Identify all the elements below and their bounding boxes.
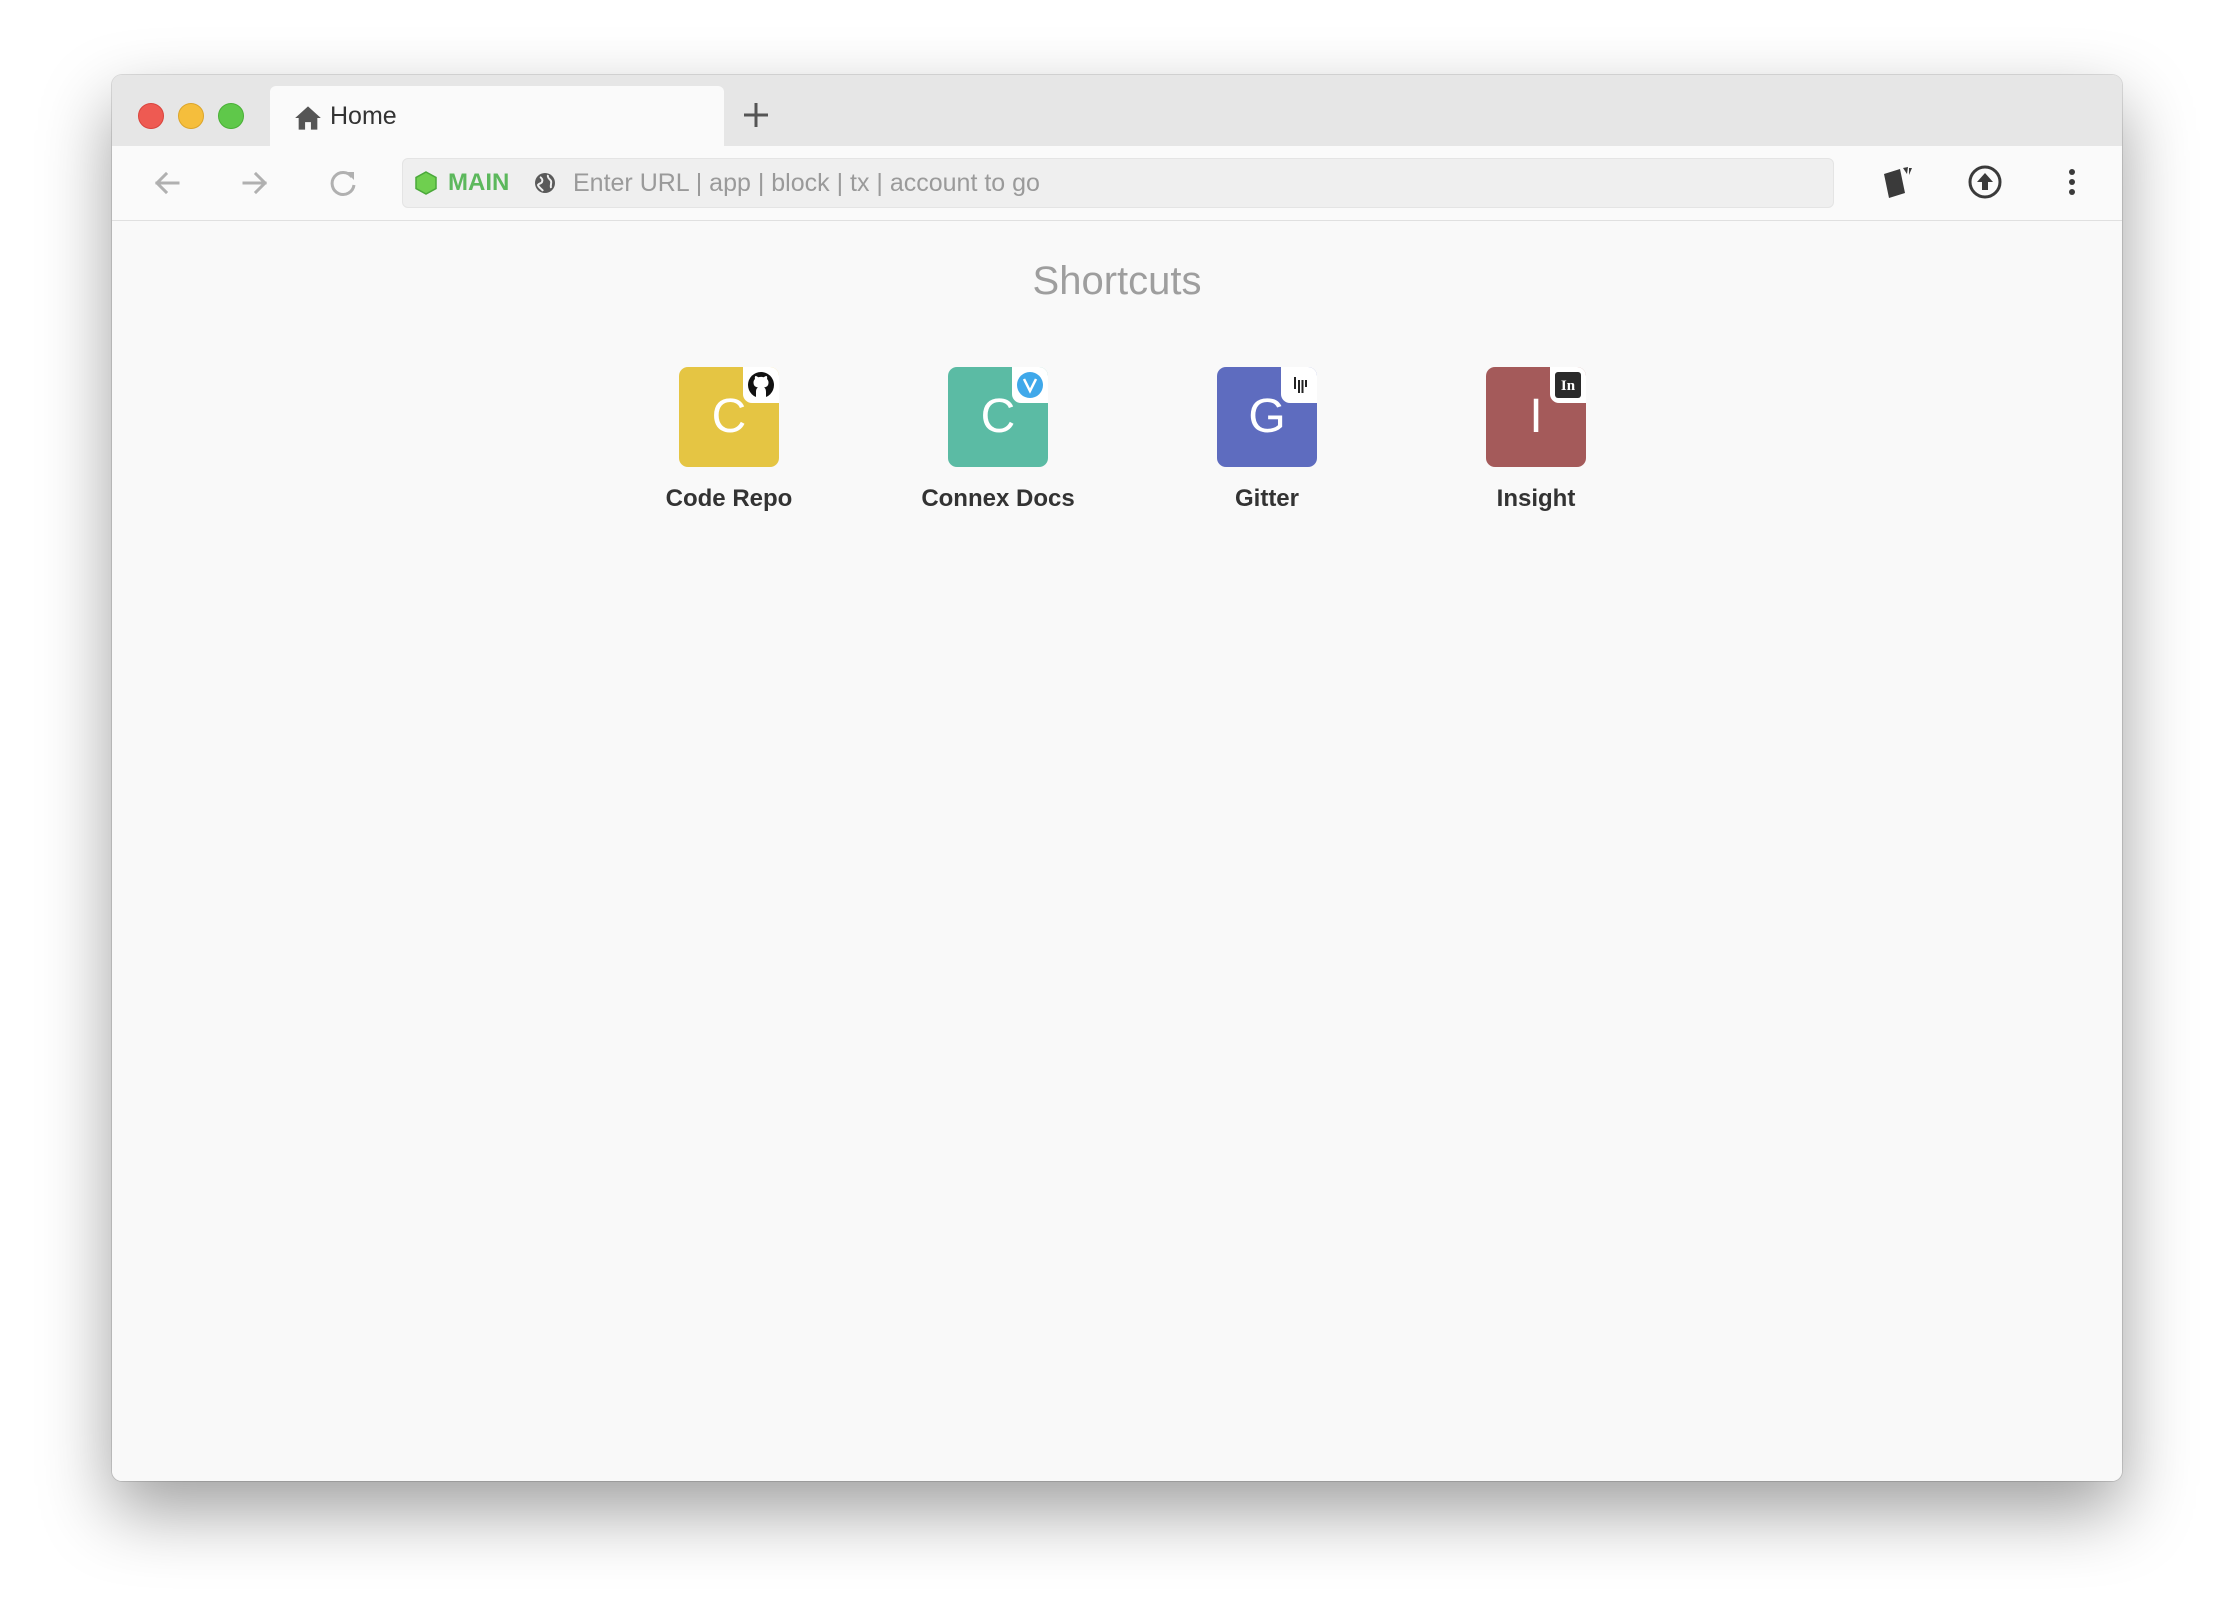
shortcut-label: Code Repo <box>665 485 793 512</box>
shortcut-label: Gitter <box>1234 485 1299 512</box>
shortcut-tile[interactable]: G <box>1217 367 1317 467</box>
shortcut-insight[interactable]: I In Insight <box>1436 367 1636 527</box>
github-icon <box>743 367 779 403</box>
more-vertical-icon <box>2069 169 2075 195</box>
forward-button[interactable] <box>236 164 274 202</box>
insight-icon: In <box>1550 367 1586 403</box>
reload-icon <box>330 170 356 196</box>
shortcut-label: Insight <box>1496 485 1576 512</box>
new-tab-button[interactable] <box>736 95 776 135</box>
wallet-button[interactable] <box>1878 162 1918 202</box>
network-label[interactable]: MAIN <box>448 169 509 197</box>
page-title: Shortcuts <box>1032 259 1202 303</box>
address-bar[interactable]: MAIN <box>402 158 1834 208</box>
shortcut-letter: I <box>1529 390 1543 443</box>
globe-icon <box>533 171 557 195</box>
reload-button[interactable] <box>324 164 362 202</box>
back-button[interactable] <box>148 164 186 202</box>
shortcut-letter: C <box>980 390 1016 443</box>
page-content: Shortcuts C Code Repo C Connex Docs G Gi… <box>112 221 2122 1481</box>
shortcut-tile[interactable]: I In <box>1486 367 1586 467</box>
tab-label: Home <box>330 102 397 130</box>
url-input[interactable] <box>573 165 1813 201</box>
shortcut-letter: G <box>1248 390 1286 443</box>
shortcut-label: Connex Docs <box>921 485 1075 512</box>
home-icon <box>294 105 322 131</box>
browser-window: Home MAIN Enter URL | app | block | tx |… <box>112 75 2122 1481</box>
arrow-left-icon <box>154 171 180 195</box>
shortcut-gitter[interactable]: G Gitter <box>1167 367 1367 527</box>
more-menu-button[interactable] <box>2052 162 2092 202</box>
wallet-cards-icon <box>1884 167 1912 198</box>
tab-bar: Home <box>112 75 2122 146</box>
network-hexagon-icon <box>415 171 437 195</box>
upload-circle-icon <box>1968 165 2002 199</box>
window-close-button[interactable] <box>138 103 164 129</box>
window-minimize-button[interactable] <box>178 103 204 129</box>
gitter-icon <box>1281 367 1317 403</box>
svg-text:In: In <box>1561 378 1576 394</box>
window-maximize-button[interactable] <box>218 103 244 129</box>
navigation-toolbar: MAIN <box>112 146 2122 221</box>
tab-home[interactable]: Home <box>270 86 724 146</box>
shortcut-tile[interactable]: C <box>948 367 1048 467</box>
shortcut-code-repo[interactable]: C Code Repo <box>629 367 829 527</box>
upload-button[interactable] <box>1965 162 2005 202</box>
shortcut-letter: C <box>711 390 747 443</box>
plus-icon <box>744 103 768 127</box>
arrow-right-icon <box>242 171 268 195</box>
vuepress-icon <box>1012 367 1048 403</box>
shortcut-tile[interactable]: C <box>679 367 779 467</box>
shortcut-connex-docs[interactable]: C Connex Docs <box>898 367 1098 527</box>
